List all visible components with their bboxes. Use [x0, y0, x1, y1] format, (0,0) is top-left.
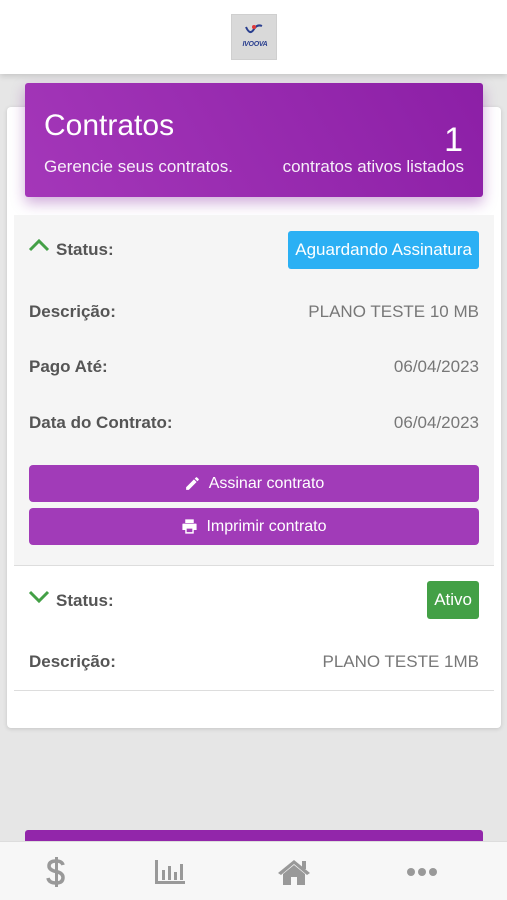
status-label: Status: [56, 240, 114, 259]
contract-item: Status: Ativo Descrição: PLANO TESTE 1MB [14, 567, 494, 691]
status-badge: Aguardando Assinatura [288, 231, 479, 269]
bottom-navigation [0, 841, 507, 900]
logo-mark-icon [245, 24, 263, 33]
contracts-header: Contratos Gerencie seus contratos. 1 con… [25, 83, 483, 197]
nav-home[interactable] [264, 842, 324, 900]
pencil-icon [185, 477, 199, 490]
home-icon [278, 859, 310, 885]
printer-icon [182, 519, 198, 534]
active-contracts-label: contratos ativos listados [282, 157, 464, 176]
page-title: Contratos [44, 109, 175, 142]
nav-finance[interactable] [26, 842, 86, 900]
sign-contract-button[interactable]: Assinar contrato [29, 465, 479, 502]
paid-until-label: Pago Até: [29, 357, 108, 376]
paid-until-value: 06/04/2023 [393, 357, 479, 376]
description-value: PLANO TESTE 10 MB [308, 302, 479, 321]
dollar-icon [46, 856, 65, 887]
nav-more[interactable] [392, 842, 452, 900]
contract-date-value: 06/04/2023 [393, 413, 479, 432]
active-contracts-count: 1 [444, 121, 463, 159]
nav-reports[interactable] [140, 842, 200, 900]
logo-text: IVOOVA [242, 41, 268, 48]
print-contract-button[interactable]: Imprimir contrato [29, 508, 479, 545]
contract-item: Status: Aguardando Assinatura Descrição:… [14, 215, 494, 566]
more-icon [407, 867, 437, 876]
description-label: Descrição: [29, 652, 116, 671]
page-subtitle: Gerencie seus contratos. [44, 157, 233, 176]
top-app-bar: IVOOVA [0, 0, 507, 74]
contract-date-label: Data do Contrato: [29, 413, 173, 432]
brand-logo[interactable]: IVOOVA [231, 14, 277, 60]
chevron-up-icon[interactable] [28, 238, 50, 252]
status-label: Status: [56, 591, 114, 610]
description-value: PLANO TESTE 1MB [322, 652, 479, 671]
chart-icon [155, 859, 185, 884]
print-contract-label: Imprimir contrato [206, 517, 327, 535]
sign-contract-label: Assinar contrato [208, 474, 325, 492]
status-badge: Ativo [427, 581, 479, 619]
description-label: Descrição: [29, 302, 116, 321]
chevron-down-icon[interactable] [28, 590, 50, 604]
